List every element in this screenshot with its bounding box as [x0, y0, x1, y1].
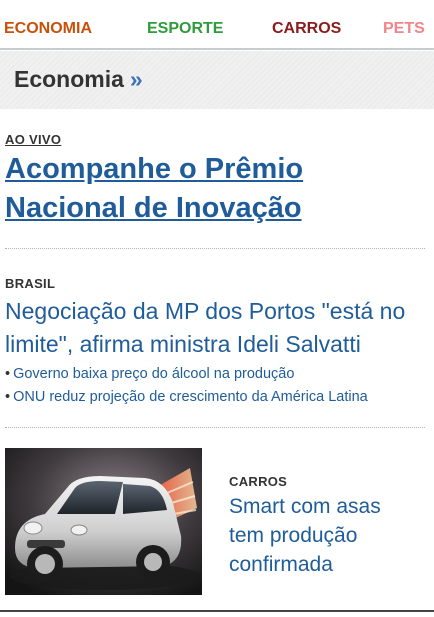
story-headline-link[interactable]: Negociação da MP dos Portos "está no lim…	[5, 295, 430, 361]
card-headline-link[interactable]: Smart com asas tem produção confirmada	[229, 492, 419, 579]
section-header: Economia»	[0, 51, 434, 109]
card-kicker: CARROS	[229, 474, 288, 489]
bullet-icon: •	[5, 389, 11, 405]
chevron-right-icon[interactable]: »	[130, 66, 143, 92]
section-nav: ECONOMIA ESPORTE CARROS PETS	[0, 0, 434, 50]
divider	[0, 610, 434, 612]
related-link-text[interactable]: ONU reduz projeção de crescimento da Amé…	[13, 389, 368, 405]
car-photo-thumbnail[interactable]	[5, 448, 202, 595]
divider	[5, 427, 425, 428]
tab-pets[interactable]: PETS	[383, 20, 425, 38]
section-title[interactable]: Economia	[14, 66, 124, 92]
bullet-icon: •	[5, 366, 11, 382]
lead-headline-link[interactable]: Acompanhe o Prêmio Nacional de Inovação	[5, 150, 425, 228]
section-title-link[interactable]: Economia»	[14, 66, 143, 93]
tab-economia[interactable]: ECONOMIA	[4, 20, 92, 38]
lead-kicker[interactable]: AO VIVO	[5, 132, 61, 147]
related-link[interactable]: • ONU reduz projeção de crescimento da Am…	[5, 389, 368, 405]
related-link-text[interactable]: Governo baixa preço do álcool na produçã…	[13, 366, 294, 382]
divider	[5, 248, 425, 249]
car-photo-icon	[5, 448, 202, 595]
tab-esporte[interactable]: ESPORTE	[147, 20, 223, 38]
story-kicker: BRASIL	[5, 276, 56, 291]
tab-carros[interactable]: CARROS	[272, 20, 341, 38]
related-link[interactable]: • Governo baixa preço do álcool na produç…	[5, 366, 294, 382]
